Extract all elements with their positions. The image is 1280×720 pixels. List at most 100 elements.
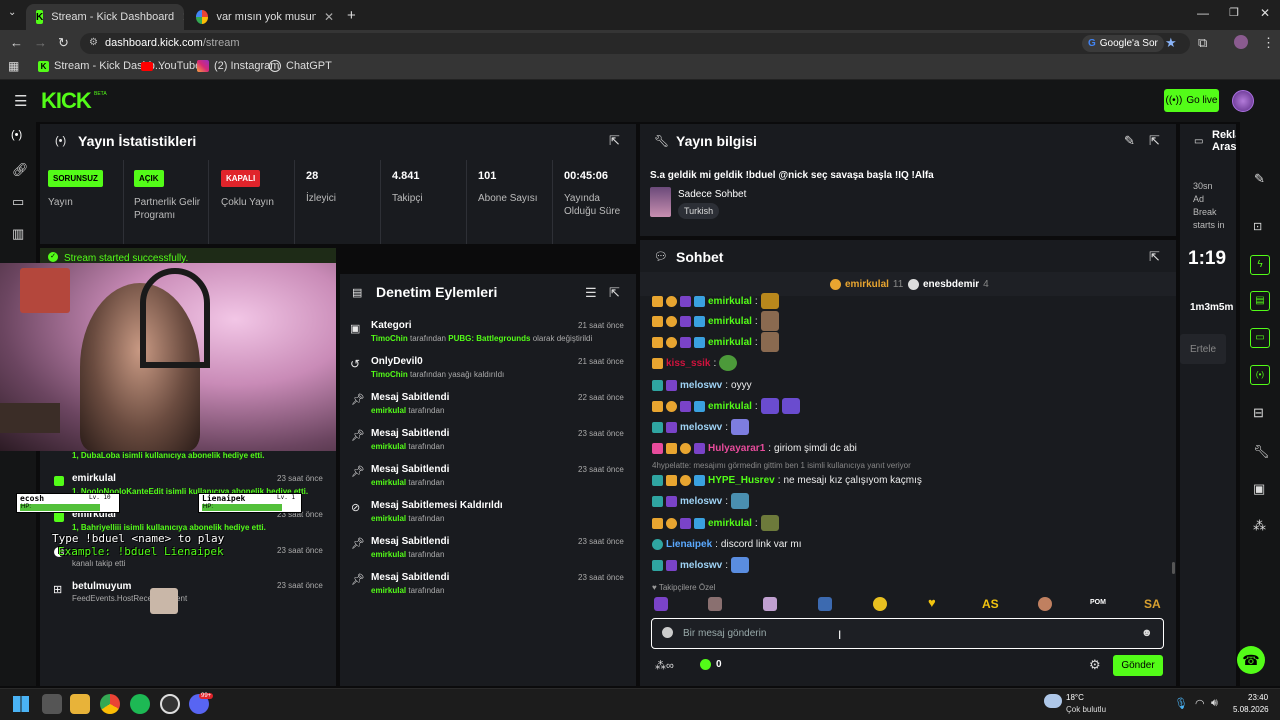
list-item[interactable]: 📌︎ Mesaj Sabitlendi 23 saat önce emirkul…	[340, 570, 636, 604]
close-tab-icon[interactable]: ✕	[324, 10, 334, 24]
bookmark-instagram[interactable]: (2) Instagram	[197, 60, 279, 72]
bookmark-youtube[interactable]: YouTube	[141, 60, 201, 72]
obs-icon[interactable]	[160, 694, 180, 714]
link-icon[interactable]: 🔗︎	[12, 162, 29, 178]
popout-icon[interactable]: ⇱	[609, 285, 620, 301]
emoji-icon[interactable]: ☻	[1141, 627, 1153, 639]
emote-button[interactable]	[763, 597, 777, 611]
reload-icon[interactable]: ↻	[58, 35, 69, 51]
list-item[interactable]: 📌︎ Mesaj Sabitlendi 22 saat önce emirkul…	[340, 390, 636, 424]
browser-menu-icon[interactable]: ⋮	[1262, 35, 1275, 51]
chat-message[interactable]: meloswv:	[652, 492, 750, 510]
forward-icon[interactable]: →	[34, 35, 47, 50]
list-item[interactable]: 📌︎ Mesaj Sabitlendi 23 saat önce emirkul…	[340, 462, 636, 496]
popout-icon[interactable]: ⇱	[609, 133, 620, 149]
windows-start-icon[interactable]	[13, 696, 29, 712]
list-item[interactable]: 📌︎ Mesaj Sabitlendi 23 saat önce emirkul…	[340, 534, 636, 568]
chat-message[interactable]: meloswv:	[652, 418, 750, 436]
chat-message[interactable]: emirkulal:	[652, 514, 779, 532]
minimize-icon[interactable]: —	[1197, 6, 1209, 20]
chat-message[interactable]: emirkulal:	[652, 397, 800, 415]
stream-icon[interactable]: (•)	[11, 129, 22, 141]
bookmark-star-icon[interactable]: ★	[1165, 35, 1177, 51]
heart-emote[interactable]: ♥	[928, 595, 936, 610]
ad-durations[interactable]: 1m3m5m	[1190, 302, 1233, 313]
chat-settings-icon[interactable]: ⚙	[1089, 657, 1101, 673]
chat-message[interactable]: kiss_ssik:	[652, 354, 738, 372]
emote-button[interactable]	[873, 597, 887, 611]
clock-time[interactable]: 23:40	[1248, 693, 1268, 702]
chat-bubble-icon[interactable]: ▭	[1250, 328, 1270, 348]
close-tab-icon[interactable]: ✕	[182, 10, 184, 24]
chat-message[interactable]: emirkulal:	[652, 332, 779, 352]
task-view-icon[interactable]	[42, 694, 62, 714]
new-tab-button[interactable]: +	[347, 7, 356, 24]
chat-message[interactable]: Lienaipek: discord link var mı	[652, 535, 802, 553]
list-item[interactable]: 📌︎ Mesaj Sabitlendi 23 saat önce emirkul…	[340, 426, 636, 460]
feed-user[interactable]: emirkulal	[72, 473, 116, 484]
community-icon[interactable]: ⁂	[1253, 518, 1266, 534]
user-avatar[interactable]	[1232, 90, 1254, 112]
wrench-icon[interactable]: 🔧︎	[1253, 444, 1270, 460]
emote-button[interactable]: POM	[1090, 599, 1106, 606]
analytics-icon[interactable]: ▥	[12, 226, 24, 242]
popout-icon[interactable]: ⇱	[1149, 133, 1160, 149]
back-icon[interactable]: ←	[10, 35, 23, 50]
send-button[interactable]: Gönder	[1113, 655, 1163, 676]
bookmark-chatgpt[interactable]: ChatGPT	[269, 60, 332, 72]
tab-google-search[interactable]: var mısın yok musun kuzu - Go ✕	[186, 4, 344, 30]
pencil-icon[interactable]: ✎	[1254, 171, 1265, 187]
list-item[interactable]: ⊘ Mesaj Sabitlemesi Kaldırıldı emirkulal…	[340, 498, 636, 532]
gifter-entry[interactable]: emirkulal 11	[830, 279, 903, 290]
google-ask-button[interactable]: G Google'a Sor	[1082, 35, 1164, 52]
spotify-icon[interactable]	[130, 694, 150, 714]
chrome-icon[interactable]	[100, 694, 120, 714]
edit-icon[interactable]: ✎	[1124, 133, 1135, 149]
profile-avatar[interactable]	[1234, 35, 1248, 49]
mic-icon[interactable]: 🎙︎	[1174, 697, 1188, 710]
broadcast-icon[interactable]: (•)	[1250, 365, 1270, 385]
category-name[interactable]: Sadece Sohbet	[678, 189, 746, 200]
chat-message[interactable]: HYPE_Husrev: ne mesajı kız çalışıyom kaç…	[652, 471, 922, 489]
note-icon[interactable]: ▤	[1250, 291, 1270, 311]
chat-input[interactable]: Bir mesaj gönderin ☻	[651, 618, 1164, 649]
extensions-icon[interactable]: ⧉	[1198, 35, 1207, 51]
site-info-icon[interactable]: ⚙	[89, 37, 98, 48]
emote-button[interactable]	[654, 597, 668, 611]
chat-message[interactable]: meloswv: oyyy	[652, 376, 752, 394]
chat-message[interactable]: emirkulal:	[652, 311, 779, 331]
tab-search-icon[interactable]: ⌄	[8, 7, 16, 18]
chat-scrollbar[interactable]	[1172, 562, 1175, 574]
feed-user[interactable]: betulmuyum	[72, 581, 131, 592]
gifter-entry[interactable]: enesbdemir 4	[908, 279, 989, 290]
capture-icon[interactable]: ⊡	[1253, 220, 1262, 233]
volume-icon[interactable]: 🔊︎	[1211, 697, 1218, 710]
window-icon[interactable]: ▭	[12, 194, 24, 210]
emote-button[interactable]	[708, 597, 722, 611]
maximize-icon[interactable]: ❐	[1229, 6, 1239, 19]
kick-logo[interactable]: KICK	[41, 88, 92, 114]
lightning-icon[interactable]: ϟ	[1250, 255, 1270, 275]
apps-grid-icon[interactable]: ▦	[8, 59, 19, 73]
snooze-button[interactable]: Ertele	[1180, 334, 1226, 364]
chat-message[interactable]: meloswv:	[652, 556, 750, 574]
chat-message[interactable]: Hulyayarar1: giriom şimdi dc abi	[652, 439, 857, 457]
file-explorer-icon[interactable]	[70, 694, 90, 714]
list-item[interactable]: ↺ OnlyDevil0 21 saat önce TimoChin taraf…	[340, 354, 636, 388]
emote-button[interactable]: SA	[1144, 597, 1161, 611]
tab-kick-dashboard[interactable]: K Stream - Kick Dashboard ✕	[26, 4, 184, 30]
menu-icon[interactable]: ☰	[14, 92, 27, 110]
support-button[interactable]: ☎	[1237, 646, 1265, 674]
list-item[interactable]: ▣ Kategori 21 saat önce TimoChin tarafın…	[340, 318, 636, 352]
wifi-icon[interactable]: ◠	[1195, 697, 1205, 710]
category-thumbnail[interactable]	[650, 187, 671, 217]
clock-date[interactable]: 5.08.2026	[1233, 705, 1269, 714]
emote-button[interactable]: AS	[982, 597, 999, 611]
popout-icon[interactable]: ⇱	[1149, 249, 1160, 265]
layers-icon[interactable]: ⊟	[1253, 405, 1264, 421]
url-bar[interactable]: ⚙ dashboard.kick.com/stream G Google'a So…	[80, 33, 1190, 54]
emote-button[interactable]	[818, 597, 832, 611]
filter-icon[interactable]: ☰	[585, 285, 597, 301]
chat-message[interactable]: emirkulal:	[652, 292, 779, 310]
community-icon[interactable]: ⁂∞	[655, 659, 674, 672]
